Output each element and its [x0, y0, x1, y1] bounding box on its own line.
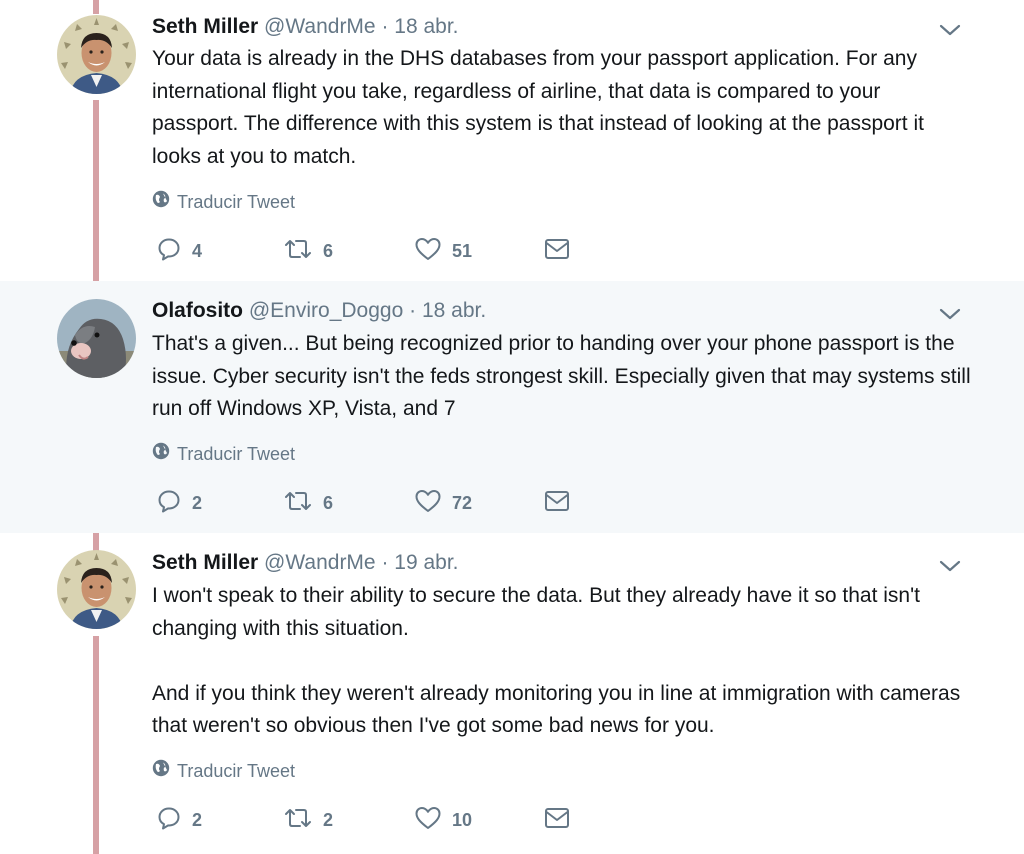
heart-icon	[414, 236, 442, 267]
translate-tweet-link[interactable]: Traducir Tweet	[152, 190, 295, 213]
reply-count: 2	[192, 809, 203, 830]
like-count: 10	[452, 809, 473, 830]
tweet-paragraph: I won't speak to their ability to secure…	[152, 584, 920, 640]
translate-label: Traducir Tweet	[177, 760, 296, 781]
tweet-date[interactable]: 18 abr.	[422, 299, 486, 322]
retweet-button[interactable]: 6	[283, 488, 333, 518]
tweet[interactable]: Seth Miller @WandrMe · 19 abr. I won't s…	[0, 533, 1024, 854]
retweet-count: 2	[323, 809, 334, 830]
like-count: 72	[452, 492, 473, 513]
reply-button[interactable]: 2	[156, 488, 202, 518]
tweet-date[interactable]: 18 abr.	[394, 15, 458, 38]
chevron-down-icon[interactable]	[938, 558, 962, 574]
reply-icon	[156, 805, 182, 836]
tweet-text: That's a given... But being recognized p…	[152, 328, 972, 426]
globe-icon	[152, 442, 170, 465]
direct-message-button[interactable]	[543, 805, 571, 835]
author-handle[interactable]: @WandrMe	[264, 551, 376, 574]
retweet-button[interactable]: 2	[283, 805, 333, 835]
translate-label: Traducir Tweet	[177, 191, 296, 212]
like-button[interactable]: 51	[414, 236, 472, 266]
separator-dot: ·	[409, 299, 417, 322]
translate-tweet-link[interactable]: Traducir Tweet	[152, 759, 295, 782]
separator-dot: ·	[381, 551, 389, 574]
like-count: 51	[452, 240, 473, 261]
retweet-button[interactable]: 6	[283, 236, 333, 266]
chevron-down-icon[interactable]	[938, 22, 962, 38]
reply-button[interactable]: 2	[156, 805, 202, 835]
tweet-date[interactable]: 19 abr.	[394, 551, 458, 574]
tweet-paragraph: That's a given... But being recognized p…	[152, 332, 971, 420]
tweet-paragraph: Your data is already in the DHS database…	[152, 47, 924, 168]
chevron-down-icon[interactable]	[938, 306, 962, 322]
tweet[interactable]: Seth Miller @WandrMe · 18 abr. Your data…	[0, 0, 1024, 281]
heart-icon	[414, 488, 442, 519]
envelope-icon	[543, 805, 571, 836]
avatar[interactable]	[57, 15, 136, 94]
author-handle[interactable]: @WandrMe	[264, 15, 376, 38]
avatar[interactable]	[57, 550, 136, 629]
reply-icon	[156, 236, 182, 267]
conversation-thread: Seth Miller @WandrMe · 18 abr. Your data…	[0, 0, 1024, 854]
author-name[interactable]: Seth Miller	[152, 551, 258, 574]
reply-button[interactable]: 4	[156, 236, 202, 266]
heart-icon	[414, 805, 442, 836]
retweet-icon	[283, 236, 313, 267]
avatar[interactable]	[57, 299, 136, 378]
reply-count: 4	[192, 240, 203, 261]
retweet-count: 6	[323, 492, 334, 513]
tweet-text: Your data is already in the DHS database…	[152, 43, 972, 173]
direct-message-button[interactable]	[543, 236, 571, 266]
envelope-icon	[543, 488, 571, 519]
reply-icon	[156, 488, 182, 519]
globe-icon	[152, 759, 170, 782]
like-button[interactable]: 72	[414, 488, 472, 518]
tweet-header: Seth Miller @WandrMe · 18 abr.	[152, 13, 459, 41]
envelope-icon	[543, 236, 571, 267]
author-name[interactable]: Olafosito	[152, 299, 243, 322]
translate-label: Traducir Tweet	[177, 443, 296, 464]
retweet-icon	[283, 488, 313, 519]
reply-count: 2	[192, 492, 203, 513]
tweet[interactable]: Olafosito @Enviro_Doggo · 18 abr. That's…	[0, 281, 1024, 533]
tweet-text: I won't speak to their ability to secure…	[152, 580, 972, 743]
direct-message-button[interactable]	[543, 488, 571, 518]
author-name[interactable]: Seth Miller	[152, 15, 258, 38]
retweet-icon	[283, 805, 313, 836]
tweet-paragraph: And if you think they weren't already mo…	[152, 681, 961, 738]
retweet-count: 6	[323, 240, 334, 261]
author-handle[interactable]: @Enviro_Doggo	[249, 299, 403, 322]
tweet-header: Seth Miller @WandrMe · 19 abr.	[152, 549, 459, 577]
translate-tweet-link[interactable]: Traducir Tweet	[152, 442, 295, 465]
like-button[interactable]: 10	[414, 805, 472, 835]
tweet-header: Olafosito @Enviro_Doggo · 18 abr.	[152, 297, 486, 325]
globe-icon	[152, 190, 170, 213]
separator-dot: ·	[381, 15, 389, 38]
